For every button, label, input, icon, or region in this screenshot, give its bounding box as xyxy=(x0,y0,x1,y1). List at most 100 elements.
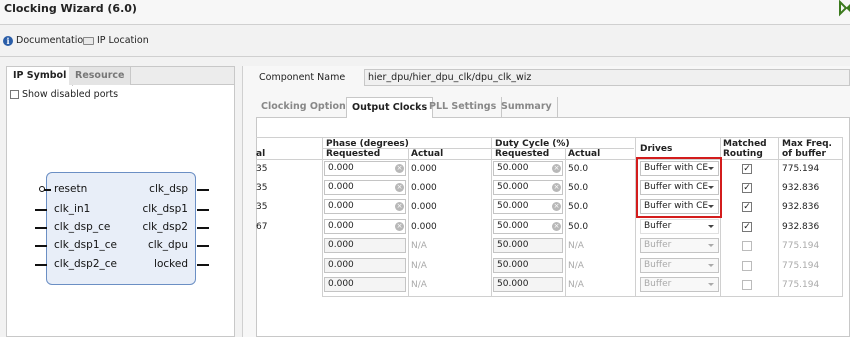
divider xyxy=(0,24,850,25)
folder-icon xyxy=(83,36,94,45)
row5-phase-actual: N/A xyxy=(411,241,427,251)
tab-summary[interactable]: Summary xyxy=(496,97,558,118)
port-clk-dsp-ce: clk_dsp_ce xyxy=(54,221,111,233)
config-tabs: Clocking Options Output Clocks PLL Setti… xyxy=(256,97,850,119)
row3-matched-checkbox[interactable]: ✓ xyxy=(742,202,752,212)
show-disabled-ports-checkbox[interactable] xyxy=(10,90,19,99)
row1-duty-actual: 50.0 xyxy=(568,164,589,174)
row2-matched-checkbox[interactable]: ✓ xyxy=(742,183,752,193)
header-phase-requested: Requested xyxy=(326,149,381,159)
header-duty-actual: Actual xyxy=(568,149,601,159)
ip-location-label: IP Location xyxy=(97,35,149,46)
component-name-label: Component Name xyxy=(259,72,346,83)
tab-pll-settings[interactable]: PLL Settings xyxy=(424,97,503,118)
table-divider xyxy=(842,137,843,297)
row5-duty-actual: N/A xyxy=(568,241,584,251)
table-divider xyxy=(256,159,843,160)
documentation-link[interactable]: i Documentation xyxy=(3,35,89,46)
pin-clk-dsp2 xyxy=(197,227,209,229)
row4-partial: 67 xyxy=(256,222,268,232)
chevron-down-icon xyxy=(708,225,714,228)
pin-clk-dsp1-ce xyxy=(35,245,47,247)
clear-icon[interactable]: × xyxy=(395,222,404,231)
tab-ip-symbol[interactable]: IP Symbol xyxy=(7,67,74,86)
table-divider xyxy=(408,148,409,297)
pin-clk-dpu xyxy=(197,245,209,247)
clear-icon[interactable]: × xyxy=(395,183,404,192)
row7-phase-actual: N/A xyxy=(411,280,427,290)
row6-drives-select: Buffer xyxy=(640,258,719,273)
show-disabled-ports-label: Show disabled ports xyxy=(22,89,119,100)
tab-resource[interactable]: Resource xyxy=(69,67,132,85)
row5-phase-requested: 0.000 xyxy=(324,238,406,253)
row7-duty-actual: N/A xyxy=(568,280,584,290)
row3-duty-actual: 50.0 xyxy=(568,202,589,212)
documentation-label: Documentation xyxy=(16,35,90,46)
row4-phase-actual: 0.000 xyxy=(411,222,437,232)
row2-max-freq: 932.836 xyxy=(782,183,820,193)
logo-icon xyxy=(839,0,850,17)
row4-duty-actual: 50.0 xyxy=(568,222,589,232)
chevron-down-icon xyxy=(708,264,714,267)
left-tabs: IP Symbol Resource xyxy=(7,67,234,86)
port-clk-dsp: clk_dsp xyxy=(149,183,188,195)
pin-clk-dsp1 xyxy=(197,209,209,211)
header-matched-routing: Matched Routing xyxy=(723,139,767,159)
row4-drives-select[interactable]: Buffer xyxy=(640,219,719,234)
header-duty-cycle: Duty Cycle (%) xyxy=(495,139,570,149)
chevron-down-icon xyxy=(708,283,714,286)
clear-icon[interactable]: × xyxy=(552,222,561,231)
row5-matched-checkbox xyxy=(742,241,752,251)
clear-icon[interactable]: × xyxy=(552,202,561,211)
row2-phase-actual: 0.000 xyxy=(411,183,437,193)
row2-phase-requested[interactable]: 0.000 xyxy=(324,180,406,195)
row3-phase-actual: 0.000 xyxy=(411,202,437,212)
pin-clk-dsp2-ce xyxy=(35,264,47,266)
toolbar: i Documentation IP Location xyxy=(0,30,850,50)
port-resetn: resetn xyxy=(54,183,88,195)
component-name-field[interactable]: hier_dpu/hier_dpu_clk/dpu_clk_wiz xyxy=(364,69,850,86)
title-bar: Clocking Wizard (6.0) xyxy=(0,0,850,24)
port-clk-dsp1-ce: clk_dsp1_ce xyxy=(54,239,117,251)
table-divider xyxy=(322,137,323,297)
row6-matched-checkbox xyxy=(742,261,752,271)
row4-phase-requested[interactable]: 0.000 xyxy=(324,219,406,234)
clear-icon[interactable]: × xyxy=(395,202,404,211)
table-divider xyxy=(565,148,566,297)
row6-duty-actual: N/A xyxy=(568,261,584,271)
row3-phase-requested[interactable]: 0.000 xyxy=(324,199,406,214)
header-max-freq: Max Freq. of buffer xyxy=(782,139,832,159)
pin-locked xyxy=(197,264,209,266)
row6-phase-requested: 0.000 xyxy=(324,258,406,273)
row1-phase-requested[interactable]: 0.000 xyxy=(324,161,406,176)
chevron-down-icon xyxy=(708,244,714,247)
tab-output-clocks[interactable]: Output Clocks xyxy=(346,97,434,119)
row1-matched-checkbox[interactable]: ✓ xyxy=(742,164,752,174)
pin-clk-dsp-ce xyxy=(35,227,47,229)
row4-matched-checkbox[interactable]: ✓ xyxy=(742,222,752,232)
table-divider xyxy=(256,137,843,138)
row4-max-freq: 932.836 xyxy=(782,222,820,232)
row2-partial: 35 xyxy=(256,183,268,193)
row6-max-freq: 775.194 xyxy=(782,261,820,271)
clear-icon[interactable]: × xyxy=(395,164,404,173)
port-clk-dsp2-ce: clk_dsp2_ce xyxy=(54,258,117,270)
ip-symbol-panel: IP Symbol Resource Show disabled ports r… xyxy=(6,66,235,337)
drives-highlight-box xyxy=(636,157,722,218)
clear-icon[interactable]: × xyxy=(552,164,561,173)
row2-duty-actual: 50.0 xyxy=(568,183,589,193)
pin-clk-dsp xyxy=(197,189,209,191)
row5-drives-value: Buffer xyxy=(644,240,672,250)
port-locked: locked xyxy=(154,258,188,270)
header-phase: Phase (degrees) xyxy=(326,139,409,149)
port-clk-dpu: clk_dpu xyxy=(147,239,188,251)
row5-duty-requested: 50.000 xyxy=(493,238,563,253)
row3-max-freq: 932.836 xyxy=(782,202,820,212)
show-disabled-ports[interactable]: Show disabled ports xyxy=(10,89,118,100)
ip-location-link[interactable]: IP Location xyxy=(83,35,149,46)
header-duty-requested: Requested xyxy=(495,149,550,159)
divider xyxy=(0,56,850,57)
tab-clocking-options[interactable]: Clocking Options xyxy=(256,97,358,118)
row3-partial: 35 xyxy=(256,202,268,212)
clear-icon[interactable]: × xyxy=(552,183,561,192)
